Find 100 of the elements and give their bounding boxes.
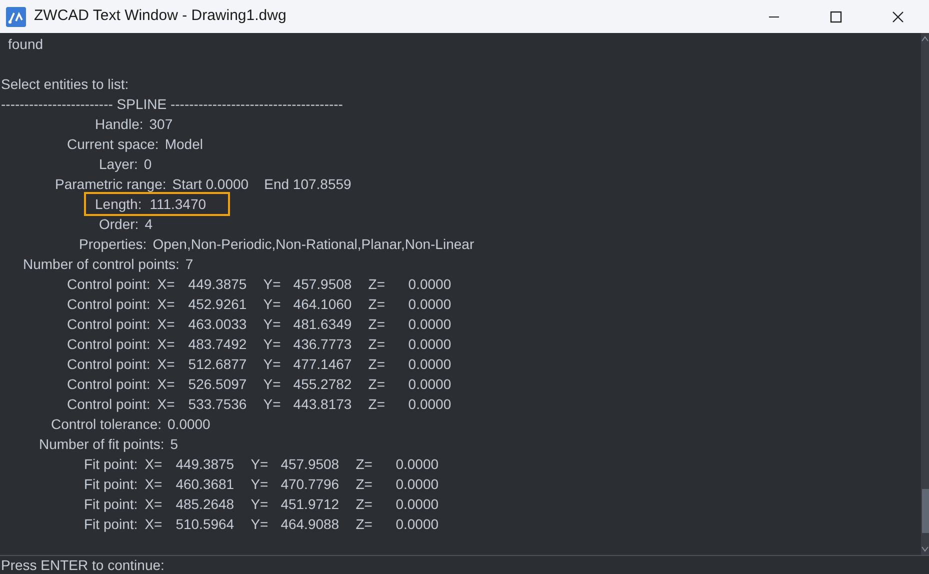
axis-label: Y= (263, 395, 282, 414)
point-label: Control point: (67, 355, 150, 374)
coordinate-value: 0.0000 (396, 455, 439, 474)
axis-label: Y= (263, 275, 282, 294)
coordinate-value: 449.3875 (188, 275, 248, 294)
property-label: Properties: (79, 235, 147, 254)
property-value: 7 (185, 255, 194, 274)
coordinate-value: 463.0033 (188, 315, 248, 334)
property-value: 111.3470 (150, 195, 206, 214)
axis-label: Y= (263, 375, 282, 394)
axis-label: Z= (356, 475, 374, 494)
coordinate-value: 464.9088 (280, 515, 340, 534)
coordinate-value: 0.0000 (408, 315, 452, 334)
close-icon (892, 10, 904, 22)
property-value: Start 0.0000 End 107.8559 (172, 175, 352, 194)
axis-label: Y= (250, 515, 270, 534)
point-label: Control point: (67, 315, 150, 334)
coordinate-value: 0.0000 (396, 495, 439, 514)
axis-label: Y= (263, 335, 282, 354)
coordinate-value: 481.6349 (293, 315, 353, 334)
prompt-text: Select entities to list: (1, 75, 129, 94)
point-label: Fit point: (84, 495, 138, 514)
axis-label: X= (157, 335, 176, 354)
axis-label: X= (144, 455, 164, 474)
coordinate-value: 0.0000 (396, 515, 439, 534)
axis-label: Y= (263, 315, 282, 334)
axis-label: Z= (368, 335, 386, 354)
coordinate-value: 533.7536 (188, 395, 248, 414)
axis-label: Y= (263, 295, 282, 314)
coordinate-value: 0.0000 (408, 355, 452, 374)
window-title: ZWCAD Text Window - Drawing1.dwg (34, 6, 286, 26)
coordinate-value: 470.7796 (280, 475, 340, 494)
coordinate-value: 510.5964 (176, 515, 236, 534)
coordinate-value: 436.7773 (293, 335, 353, 354)
property-value: 4 (144, 215, 152, 234)
property-label: Parametric range: (55, 175, 166, 194)
property-label: Control tolerance: (51, 415, 162, 434)
axis-label: Z= (368, 395, 386, 414)
scroll-thumb[interactable] (922, 489, 928, 533)
point-label: Fit point: (84, 515, 138, 534)
property-value: Open,Non-Periodic,Non-Rational,Planar,Non-Linear (152, 235, 474, 254)
property-value: 5 (170, 435, 178, 454)
property-label: Number of control points: (23, 255, 180, 274)
coordinate-value: 449.3875 (176, 455, 236, 474)
axis-label: X= (157, 295, 176, 314)
axis-label: X= (157, 395, 176, 414)
axis-label: Z= (368, 295, 386, 314)
coordinate-value: 452.9261 (188, 295, 248, 314)
property-value: 307 (149, 115, 173, 134)
axis-label: Y= (250, 495, 270, 514)
coordinate-value: 0.0000 (408, 335, 452, 354)
coordinate-value: 460.3681 (176, 475, 236, 494)
coordinate-value: 443.8173 (293, 395, 353, 414)
coordinate-value: 0.0000 (408, 375, 452, 394)
status-text: found (8, 35, 44, 54)
point-label: Control point: (67, 275, 150, 294)
axis-label: Z= (368, 355, 386, 374)
coordinate-value: 0.0000 (396, 475, 439, 494)
section-header: ------------------------ SPLINE ------------------------------------- (1, 95, 343, 114)
axis-label: Z= (356, 515, 374, 534)
axis-label: Z= (368, 375, 386, 394)
property-label: Length: (95, 195, 142, 214)
coordinate-value: 485.2648 (176, 495, 236, 514)
coordinate-value: 457.9508 (293, 275, 353, 294)
axis-label: X= (157, 275, 176, 294)
point-label: Control point: (67, 395, 150, 414)
property-label: Order: (99, 215, 139, 234)
property-label: Handle: (95, 115, 144, 134)
point-label: Control point: (67, 335, 150, 354)
property-label: Layer: (99, 155, 138, 174)
point-label: Fit point: (84, 455, 138, 474)
app-logo-icon (6, 6, 26, 26)
axis-label: Z= (356, 495, 374, 514)
property-value: 0.0000 (168, 415, 210, 434)
property-label: Current space: (67, 135, 159, 154)
coordinate-value: 451.9712 (280, 495, 340, 514)
coordinate-value: 0.0000 (408, 295, 452, 314)
coordinate-value: 477.1467 (293, 355, 353, 374)
coordinate-value: 0.0000 (408, 395, 452, 414)
scroll-down-icon[interactable] (921, 545, 929, 553)
coordinate-value: 512.6877 (188, 355, 248, 374)
axis-label: X= (157, 375, 176, 394)
axis-label: Z= (368, 275, 386, 294)
point-label: Control point: (67, 375, 150, 394)
maximize-icon (830, 10, 842, 22)
coordinate-value: 457.9508 (280, 455, 340, 474)
coordinate-value: 483.7492 (188, 335, 248, 354)
axis-label: X= (157, 315, 176, 334)
property-label: Number of fit points: (39, 435, 164, 454)
axis-label: Z= (356, 455, 374, 474)
point-label: Control point: (67, 295, 150, 314)
axis-label: X= (157, 355, 176, 374)
scroll-up-icon[interactable] (921, 35, 929, 43)
property-value: Model (164, 135, 203, 154)
axis-label: Y= (250, 455, 270, 474)
coordinate-value: 464.1060 (293, 295, 353, 314)
axis-label: X= (144, 495, 164, 514)
coordinate-value: 526.5097 (188, 375, 248, 394)
axis-label: X= (144, 515, 164, 534)
point-label: Fit point: (84, 475, 138, 494)
